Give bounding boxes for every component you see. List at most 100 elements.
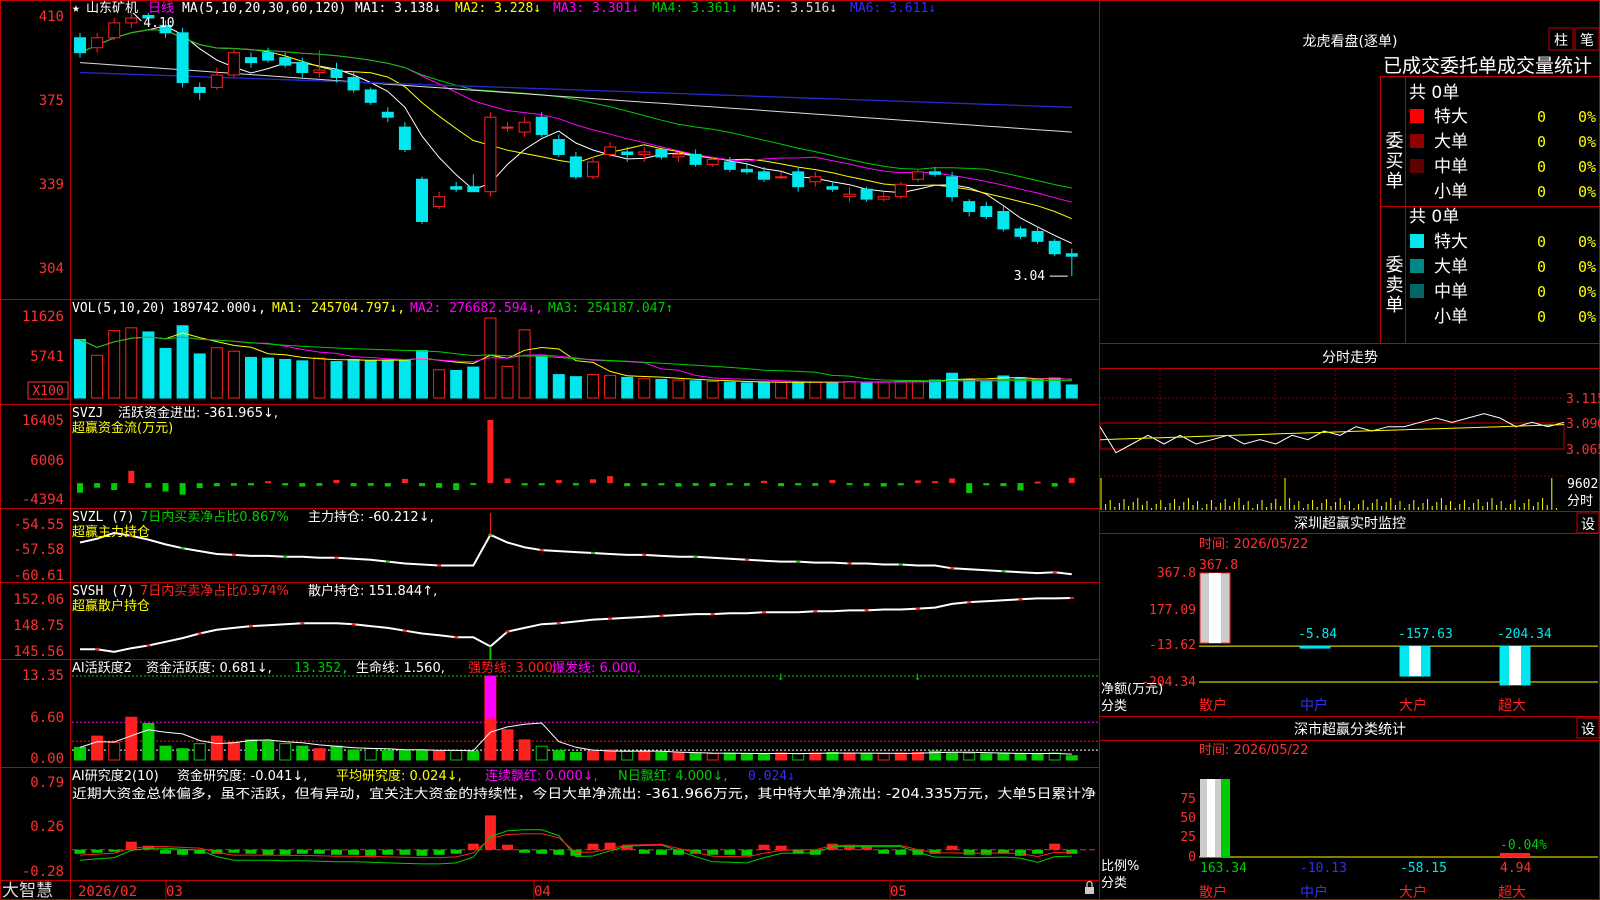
research-bar	[519, 849, 531, 853]
intraday-title: 分时走势	[1322, 350, 1378, 366]
svsh-sub: 超赢散户持仓	[72, 598, 150, 614]
intra-unit: 分时	[1567, 494, 1593, 509]
ai1-strong: 强势线: 3.000,	[468, 660, 557, 676]
fund-flow-bar	[470, 483, 477, 486]
activity-bar	[450, 750, 463, 761]
retail-position-chart	[80, 596, 1074, 661]
volume-bar	[398, 358, 411, 399]
svsh-hold: 散户持仓: 151.844↑,	[308, 583, 437, 599]
y-tick-svzj-1: 6006	[30, 453, 64, 469]
cls-tick-0: 75	[1180, 792, 1196, 807]
y-tick-vol-1: 5741	[30, 349, 64, 365]
candle-body	[809, 176, 822, 183]
fund-flow-bar	[162, 483, 169, 492]
y-tick-svzl-0: -54.55	[13, 517, 64, 533]
mon-cat-1: 中户	[1300, 697, 1328, 714]
retail-position-dot	[454, 636, 459, 639]
fund-flow-bar	[761, 480, 767, 484]
activity-bar	[792, 753, 805, 761]
fund-flow-bar	[538, 483, 545, 486]
ai2-cont: 连续飘红: 0.000↓,	[485, 768, 598, 784]
candle-body	[398, 126, 411, 150]
research-bar	[484, 815, 496, 850]
sell-row-pct-2: 0%	[1578, 283, 1596, 301]
candle-body	[433, 196, 446, 208]
volume-bar	[672, 379, 685, 399]
candle-body	[706, 158, 719, 165]
candle-body	[450, 186, 463, 190]
intra-tick-0: 3.115	[1566, 392, 1600, 407]
y-tick-svsh-0: 152.06	[13, 592, 64, 608]
svzj-sub: 超赢资金流(万元)	[72, 420, 173, 436]
candle-body	[176, 32, 189, 83]
fund-flow-bar	[367, 483, 374, 486]
research-bar	[1032, 849, 1044, 854]
cls-tick-3: 0	[1188, 850, 1196, 865]
sell-row-swatch-0	[1410, 234, 1424, 248]
monitor-bar-highlight-3	[1509, 646, 1521, 685]
volume-bar	[262, 357, 275, 399]
lock-icon[interactable]	[1085, 880, 1094, 895]
activity-bar	[279, 743, 292, 761]
sell-row-pct-3: 0%	[1578, 308, 1596, 326]
candle-body	[758, 171, 770, 180]
fund-flow-bar	[487, 420, 494, 484]
period-label[interactable]: 日线	[148, 1, 174, 16]
buy-row-name-3: 小单	[1434, 182, 1468, 202]
research-bar	[878, 849, 890, 854]
fund-flow-bar	[316, 483, 323, 486]
candle-body	[792, 171, 805, 188]
activity-bar	[347, 749, 360, 761]
fund-flow-bar	[521, 483, 528, 486]
main-position-dot	[796, 560, 801, 563]
candle-body	[501, 126, 514, 129]
volume-bar	[296, 360, 309, 399]
arrow-down-icon: ↓	[777, 669, 784, 683]
ma-prefix: MA(5,10,20,30,60,120)	[182, 1, 346, 16]
activity-bar	[74, 746, 86, 761]
retail-position-dot	[505, 630, 510, 633]
class-bar-0-green	[1221, 779, 1230, 857]
y-tick-ai2-1: 0.26	[30, 819, 64, 835]
candle-body	[364, 89, 377, 103]
class-time: 时间: 2026/05/22	[1199, 743, 1308, 758]
activity-bar	[245, 739, 257, 761]
main-position-dot	[539, 549, 544, 552]
activity-bar	[672, 752, 685, 761]
research-bar	[638, 849, 650, 854]
candle-body	[843, 193, 856, 198]
mon-cat-0: 散户	[1199, 697, 1227, 714]
volume-bar	[587, 374, 599, 399]
y-tick-svzj-0: 16405	[22, 413, 64, 429]
date-3: 05	[890, 884, 907, 900]
stock-name[interactable]: 山东矿机	[86, 1, 138, 16]
sell-row-count-0: 0	[1537, 233, 1546, 251]
monitor-settings-button[interactable]: 设	[1581, 517, 1595, 533]
research-bar	[228, 849, 240, 853]
volume-bar	[313, 357, 326, 399]
ma5-label: MA5: 3.516↓	[751, 1, 837, 16]
btn-bi[interactable]: 笔	[1580, 33, 1594, 49]
fund-flow-bar	[248, 483, 254, 486]
fund-flow-chart	[77, 420, 1075, 495]
sell-row-pct-0: 0%	[1578, 233, 1596, 251]
class-settings-button[interactable]: 设	[1581, 722, 1595, 738]
candle-body	[484, 116, 497, 193]
volume-bar	[826, 381, 839, 399]
mon-val-3: -204.34	[1497, 627, 1552, 642]
vol-unit[interactable]: X100	[32, 384, 63, 399]
sell-row-count-1: 0	[1537, 258, 1546, 276]
cls-tick-2: 25	[1180, 830, 1196, 845]
fund-flow-bar	[419, 483, 425, 487]
buy-row-count-0: 0	[1537, 108, 1546, 126]
ai2-label: AI研究度2(10)	[72, 768, 159, 784]
candle-body	[826, 186, 839, 190]
volume-bar	[980, 380, 993, 399]
research-bar	[313, 849, 325, 854]
btn-zhu[interactable]: 柱	[1554, 33, 1568, 49]
research-bar	[399, 849, 411, 855]
candle-body	[621, 151, 634, 155]
cls-val-3: 4.94	[1500, 861, 1531, 876]
volume-bar	[142, 331, 155, 399]
volume-chart	[74, 317, 1078, 399]
